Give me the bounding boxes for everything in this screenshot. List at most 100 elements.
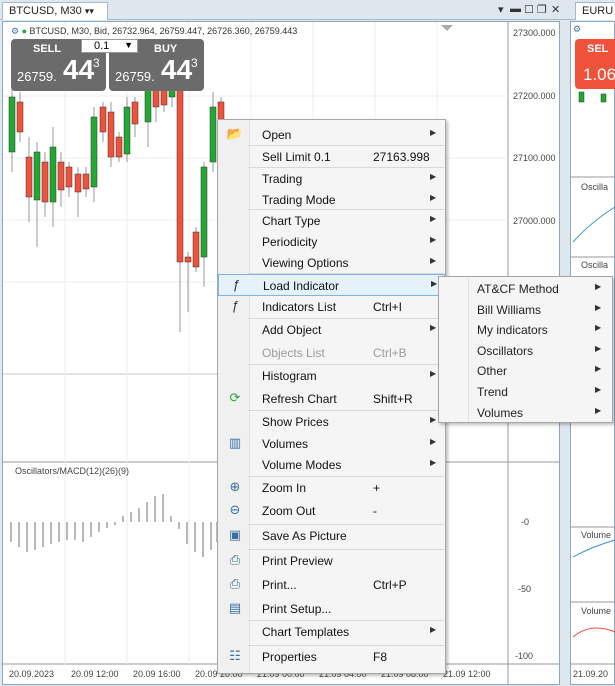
menu-item-shortcut: Shift+R [373,392,413,406]
submenu-item-volumes[interactable]: Volumes ▶ [439,403,612,423]
shift-marker[interactable] [441,25,453,31]
submenu-item-at-cf-method[interactable]: AT&CF Method ▶ [439,279,612,299]
menu-item-viewing-options[interactable]: Viewing Options ▶ [218,252,445,274]
submenu-item-my-indicators[interactable]: My indicators ▶ [439,320,612,340]
menu-item-label: Trading Mode [262,193,336,207]
submenu-arrow-icon: ▶ [430,323,437,332]
buy-price-small: 26759. [115,69,155,84]
status-dot-icon: ● [21,26,28,36]
menu-item-show-prices[interactable]: Show Prices ▶ [218,411,445,433]
menu-item-shortcut: Ctrl+I [373,300,403,314]
menu-item-print[interactable]: ⎙ Print... Ctrl+P [218,574,445,596]
submenu-item-bill-williams[interactable]: Bill Williams ▶ [439,300,612,320]
menu-item-trading[interactable]: Trading ▶ [218,168,445,190]
restore-icon[interactable]: ❐ [537,3,547,16]
candlestick-series [8,67,225,332]
lot-size-input[interactable]: 0.1 ▼ [81,39,138,53]
menu-item-label: Print Preview [262,554,333,568]
submenu-arrow-icon: ▶ [595,323,602,333]
menu-item-print-setup[interactable]: ▤ Print Setup... [218,598,445,620]
close-icon[interactable]: ✕ [551,3,560,16]
dropdown-icon[interactable]: ▾ [498,3,504,16]
submenu-arrow-icon: ▶ [431,279,438,288]
print-setup-icon: ▤ [228,600,242,615]
menu-item-label: Sell Limit 0.1 [262,150,331,164]
menu-separator [248,273,444,274]
menu-item-shortcut: + [373,481,381,495]
menu-item-zoom-out[interactable]: ⊖ Zoom Out - [218,500,445,522]
submenu-arrow-icon: ▶ [430,415,437,424]
submenu-arrow-icon: ▶ [430,214,437,223]
menu-separator [248,476,444,477]
menu-item-volume-modes[interactable]: Volume Modes ▶ [218,454,445,476]
menu-separator [248,145,444,146]
submenu-arrow-icon: ▶ [430,458,437,467]
menu-item-label: Indicators List [262,300,337,314]
menu-item-save-as-picture[interactable]: ▣ Save As Picture [218,525,445,547]
osc-tick: -50 [518,584,532,594]
chart-context-menu: 📂 Open ▶ Sell Limit 0.1 27163.998 Trading ▶ Tra… [217,119,446,674]
tab-eurusd[interactable]: EURU [575,2,615,20]
zoom-in-icon: ⊕ [229,479,241,494]
menu-item-periodicity[interactable]: Periodicity ▶ [218,231,445,253]
time-tick: 21.09.20 [573,669,609,679]
time-tick: 20.09 12:00 [71,669,119,679]
menu-separator [248,364,444,365]
menu-item-chart-type[interactable]: Chart Type ▶ [218,210,445,232]
menu-item-chart-templates[interactable]: Chart Templates ▶ [218,621,445,643]
menu-item-label: Refresh Chart [262,392,337,406]
submenu-arrow-icon: ▶ [430,193,437,202]
chevron-down-icon[interactable]: ▾▾ [85,6,94,16]
folder-icon: 📂 [226,126,244,141]
menu-item-print-preview[interactable]: ⎙ Print Preview [218,550,445,572]
menu-item-shortcut: 27163.998 [373,150,430,164]
tab-btcusd[interactable]: BTCUSD, M30 ▾▾ [2,2,108,20]
menu-item-label: Print Setup... [262,602,332,616]
oscillator-label: Oscilla [581,260,609,270]
menu-separator [248,318,444,319]
submenu-item-oscillators[interactable]: Oscillators ▶ [439,341,612,361]
volume-label: Volume [581,530,612,540]
submenu-item-label: Trend [477,385,508,399]
save-picture-icon: ▣ [228,527,242,542]
submenu-arrow-icon: ▶ [430,625,437,634]
gear-icon[interactable]: ⚙ [11,26,19,36]
lot-value: 0.1 [94,40,110,52]
menu-item-volumes[interactable]: ▥ Volumes ▶ [218,433,445,455]
menu-item-indicators-list[interactable]: ƒ Indicators List Ctrl+I [218,296,445,318]
menu-item-add-object[interactable]: Add Object ▶ [218,319,445,341]
buy-price-big: 44 [161,54,193,85]
submenu-item-trend[interactable]: Trend ▶ [439,382,612,402]
submenu-item-other[interactable]: Other ▶ [439,361,612,381]
volume-bars-icon: ▥ [228,435,242,450]
menu-item-label: Chart Templates [262,625,350,639]
time-tick: 20.09.2023 [9,669,55,679]
menu-item-load-indicator[interactable]: ƒ Load Indicator ▶ [218,274,445,296]
minimize-icon[interactable]: ▬ [510,3,521,15]
time-tick: 20.09 16:00 [133,669,181,679]
submenu-arrow-icon: ▶ [595,282,602,291]
menu-item-properties[interactable]: ☷ Properties F8 [218,646,445,668]
menu-item-label: Properties [262,650,317,664]
price-tick: 27100.000 [513,153,556,163]
menu-item-trading-mode[interactable]: Trading Mode ▶ [218,189,445,211]
menu-item-sell-limit-0-1[interactable]: Sell Limit 0.1 27163.998 [218,146,445,168]
sell-price-big: 44 [63,54,95,85]
submenu-arrow-icon: ▶ [430,128,437,137]
submenu-arrow-icon: ▶ [430,172,437,181]
maximize-icon[interactable]: ☐ [524,3,534,16]
tab-label: BTCUSD, M30 [9,5,82,17]
submenu-arrow-icon: ▶ [430,235,437,244]
menu-item-refresh-chart[interactable]: ⟳ Refresh Chart Shift+R [218,388,445,410]
zoom-out-icon: ⊖ [229,502,241,517]
menu-separator [248,167,444,168]
menu-item-open[interactable]: 📂 Open ▶ [218,124,445,146]
menu-item-label: Print... [262,578,297,592]
menu-item-label: Zoom Out [262,504,316,518]
menu-item-histogram[interactable]: Histogram ▶ [218,365,445,387]
menu-item-shortcut: Ctrl+P [373,578,407,592]
menu-separator [248,524,444,525]
submenu-item-label: Volumes [477,405,524,420]
chevron-down-icon[interactable]: ▼ [124,40,133,50]
menu-item-zoom-in[interactable]: ⊕ Zoom In + [218,477,445,499]
